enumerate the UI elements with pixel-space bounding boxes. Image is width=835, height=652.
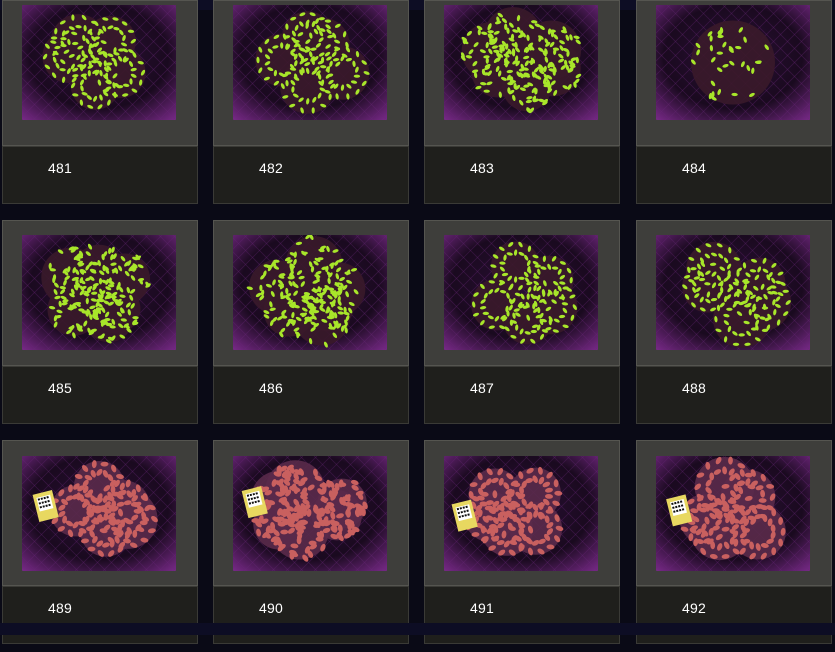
- coral-image: [444, 5, 598, 120]
- gallery-item[interactable]: 483: [424, 0, 620, 212]
- gallery-item[interactable]: 492: [636, 440, 832, 652]
- gallery-item[interactable]: 487: [424, 220, 620, 432]
- coral-photo[interactable]: [22, 456, 176, 571]
- coral-image: [444, 456, 598, 571]
- item-number[interactable]: 483: [470, 160, 494, 176]
- caption-box: 489: [2, 586, 198, 644]
- item-number[interactable]: 481: [48, 160, 72, 176]
- gallery-item[interactable]: 484: [636, 0, 832, 212]
- thumbnail-frame[interactable]: [213, 0, 409, 146]
- gallery-item[interactable]: 486: [213, 220, 409, 432]
- item-number[interactable]: 485: [48, 380, 72, 396]
- item-number[interactable]: 482: [259, 160, 283, 176]
- caption-box: 482: [213, 146, 409, 204]
- item-number[interactable]: 492: [682, 600, 706, 616]
- item-number[interactable]: 489: [48, 600, 72, 616]
- caption-box: 490: [213, 586, 409, 644]
- coral-photo[interactable]: [233, 456, 387, 571]
- gallery-item[interactable]: 482: [213, 0, 409, 212]
- item-number[interactable]: 484: [682, 160, 706, 176]
- bottom-bar: [0, 623, 835, 635]
- gallery-grid: 481 482 483 484 485 486 487 488 489 490 …: [0, 0, 835, 644]
- gallery-item[interactable]: 485: [2, 220, 198, 432]
- coral-image: [656, 456, 810, 571]
- coral-photo[interactable]: [233, 5, 387, 120]
- coral-image: [444, 235, 598, 350]
- gallery-item[interactable]: 490: [213, 440, 409, 652]
- coral-photo[interactable]: [656, 5, 810, 120]
- caption-box: 492: [636, 586, 832, 644]
- coral-image: [656, 5, 810, 120]
- thumbnail-frame[interactable]: [2, 220, 198, 366]
- item-number[interactable]: 488: [682, 380, 706, 396]
- coral-image: [233, 456, 387, 571]
- caption-box: 484: [636, 146, 832, 204]
- coral-image: [22, 235, 176, 350]
- thumbnail-frame[interactable]: [636, 220, 832, 366]
- caption-box: 486: [213, 366, 409, 424]
- gallery-item[interactable]: 488: [636, 220, 832, 432]
- coral-image: [22, 5, 176, 120]
- thumbnail-frame[interactable]: [2, 0, 198, 146]
- coral-photo[interactable]: [444, 235, 598, 350]
- item-number[interactable]: 491: [470, 600, 494, 616]
- thumbnail-frame[interactable]: [424, 0, 620, 146]
- gallery-item[interactable]: 481: [2, 0, 198, 212]
- thumbnail-frame[interactable]: [424, 220, 620, 366]
- coral-photo[interactable]: [656, 235, 810, 350]
- caption-box: 483: [424, 146, 620, 204]
- coral-photo[interactable]: [22, 235, 176, 350]
- coral-image: [233, 235, 387, 350]
- coral-photo[interactable]: [444, 456, 598, 571]
- thumbnail-frame[interactable]: [213, 440, 409, 586]
- thumbnail-frame[interactable]: [2, 440, 198, 586]
- thumbnail-frame[interactable]: [213, 220, 409, 366]
- thumbnail-frame[interactable]: [636, 440, 832, 586]
- thumbnail-frame[interactable]: [636, 0, 832, 146]
- thumbnail-frame[interactable]: [424, 440, 620, 586]
- coral-image: [22, 456, 176, 571]
- coral-photo[interactable]: [656, 456, 810, 571]
- caption-box: 485: [2, 366, 198, 424]
- coral-image: [233, 5, 387, 120]
- caption-box: 488: [636, 366, 832, 424]
- gallery-item[interactable]: 489: [2, 440, 198, 652]
- coral-image: [656, 235, 810, 350]
- caption-box: 487: [424, 366, 620, 424]
- caption-box: 481: [2, 146, 198, 204]
- coral-photo[interactable]: [22, 5, 176, 120]
- coral-photo[interactable]: [444, 5, 598, 120]
- item-number[interactable]: 490: [259, 600, 283, 616]
- item-number[interactable]: 486: [259, 380, 283, 396]
- item-number[interactable]: 487: [470, 380, 494, 396]
- coral-photo[interactable]: [233, 235, 387, 350]
- caption-box: 491: [424, 586, 620, 644]
- gallery-item[interactable]: 491: [424, 440, 620, 652]
